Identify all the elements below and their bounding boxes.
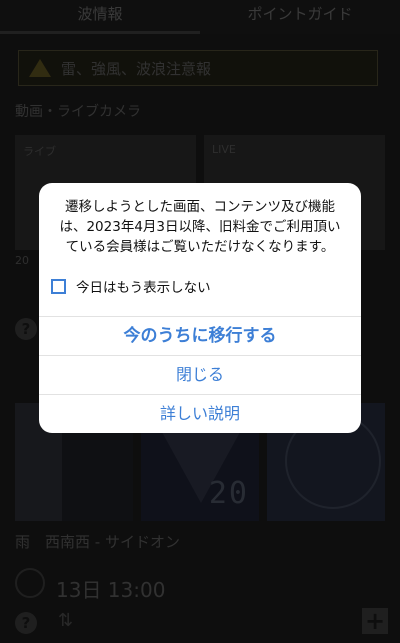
checkbox-label: 今日はもう表示しない — [76, 280, 211, 296]
details-button[interactable]: 詳しい説明 — [39, 394, 361, 433]
dont-show-today-checkbox[interactable] — [51, 278, 66, 294]
dialog-message: 遷移しようとした画面、コンテンツ及び機能は、2023年4月3日以降、旧料金でご利… — [59, 199, 341, 255]
migration-dialog: 遷移しようとした画面、コンテンツ及び機能は、2023年4月3日以降、旧料金でご利… — [39, 183, 361, 433]
close-button[interactable]: 閉じる — [39, 355, 361, 394]
migrate-now-button[interactable]: 今のうちに移行する — [39, 316, 361, 355]
dont-show-today-checkbox-row[interactable]: 今日はもう表示しない — [51, 276, 211, 296]
